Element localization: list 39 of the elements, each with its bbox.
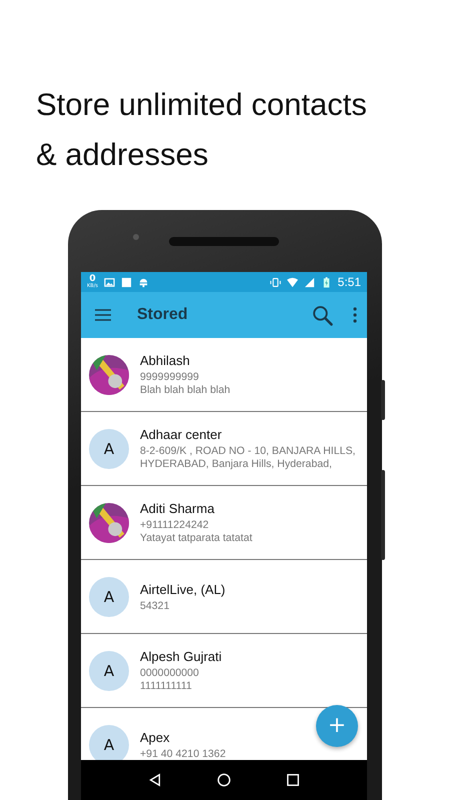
initial-avatar: A xyxy=(89,650,129,690)
network-speed: 0 xyxy=(89,275,96,284)
contact-name: AirtelLive, (AL) xyxy=(140,580,226,598)
contact-detail: 9999999999 xyxy=(140,371,200,384)
contact-detail: +91 40 4210 1362 xyxy=(140,748,226,760)
initial-avatar: A xyxy=(89,428,129,468)
contact-detail: Yatayat tatparata tatatat xyxy=(140,532,252,545)
contact-detail: 8-2-609/K , ROAD NO - 10, BANJARA HILLS, xyxy=(140,445,356,458)
contact-name: Abhilash xyxy=(140,352,191,369)
search-icon[interactable] xyxy=(312,304,333,326)
initial-avatar: A xyxy=(89,724,129,760)
signal-icon xyxy=(304,276,315,288)
screen-title: Stored xyxy=(137,306,188,324)
contact-name: Aditi Sharma xyxy=(140,500,216,517)
wifi-icon xyxy=(286,276,298,288)
back-icon[interactable] xyxy=(148,773,162,787)
android-icon xyxy=(138,276,149,288)
contact-detail: 0000000000 xyxy=(140,667,200,680)
headline-text: Store unlimited contacts xyxy=(36,86,368,124)
contact-detail: 1111111111 xyxy=(140,680,193,693)
home-icon[interactable] xyxy=(216,773,231,787)
headline-text: & addresses xyxy=(36,136,210,174)
more-icon[interactable] xyxy=(353,307,357,323)
recents-icon[interactable] xyxy=(286,773,300,787)
menu-icon[interactable] xyxy=(95,309,111,321)
contact-detail: HYDERABAD, Banjara Hills, Hyderabad, xyxy=(140,458,333,471)
square-icon xyxy=(121,276,132,288)
add-button[interactable]: + xyxy=(316,705,358,747)
contact-detail: Blah blah blah blah xyxy=(140,384,230,397)
vibrate-icon xyxy=(270,276,281,288)
initial-avatar: A xyxy=(89,576,129,616)
contact-detail: 54321 xyxy=(140,600,170,612)
clock-time: 5:51 xyxy=(338,275,361,289)
contact-name: Apex xyxy=(140,728,171,746)
camera-dot xyxy=(133,234,139,240)
contact-detail: +91111224242 xyxy=(140,519,210,532)
contact-name: Adhaar center xyxy=(140,426,223,443)
contact-name: Alpesh Gujrati xyxy=(140,648,222,665)
image-icon xyxy=(104,276,115,288)
